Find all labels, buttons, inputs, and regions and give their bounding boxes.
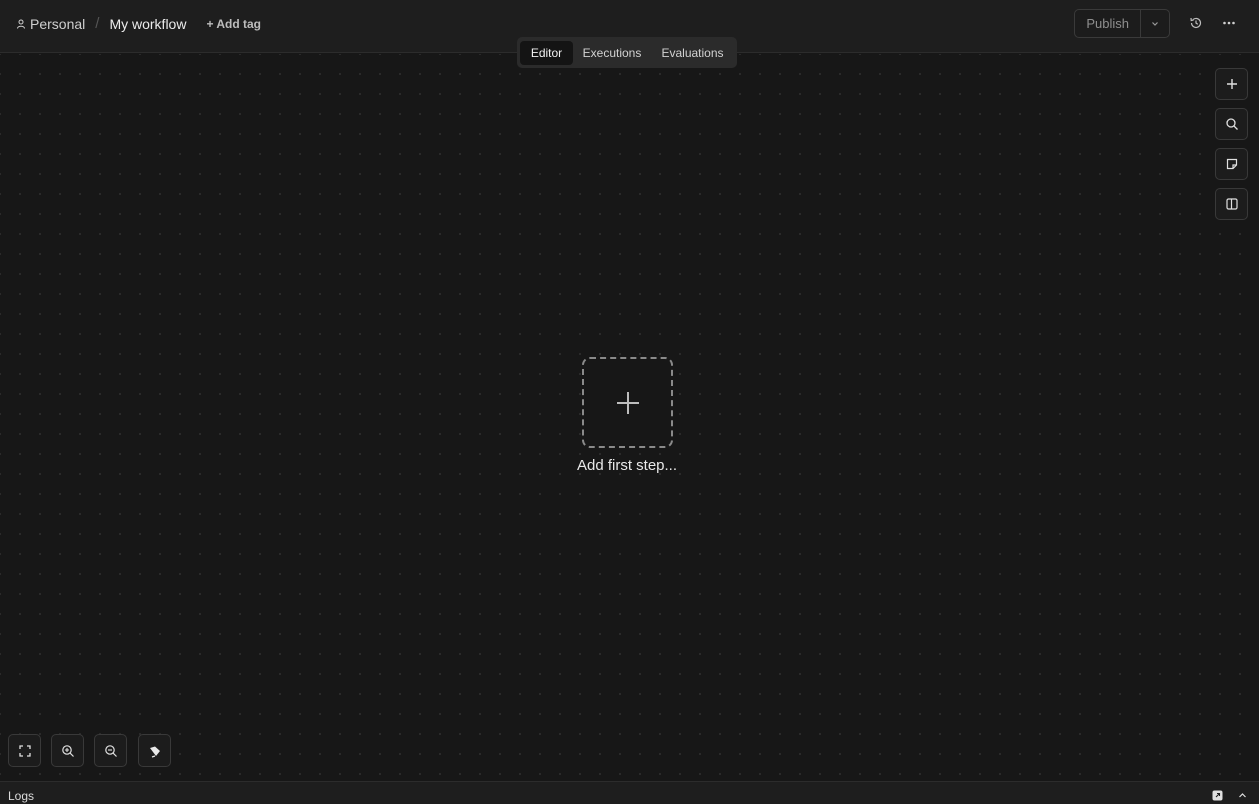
more-options-button[interactable] (1218, 12, 1240, 34)
search-icon (1225, 118, 1238, 130)
plus-icon (616, 391, 639, 414)
logs-panel-bar[interactable]: Logs (0, 781, 1259, 804)
add-node-button[interactable] (1215, 68, 1248, 100)
zoom-in-icon (61, 744, 74, 757)
more-horizontal-icon (1223, 21, 1235, 25)
search-nodes-button[interactable] (1215, 108, 1248, 140)
fit-view-button[interactable] (8, 734, 41, 767)
chevron-down-icon (1152, 21, 1159, 26)
publish-button[interactable]: Publish (1075, 10, 1142, 37)
project-name: Personal (30, 15, 86, 32)
publish-dropdown-button[interactable] (1141, 10, 1169, 37)
logs-expand-button[interactable] (1235, 788, 1249, 802)
workflow-editor: Personal / My workflow + Add tag Publish (0, 0, 1259, 804)
tidy-up-button[interactable] (138, 734, 171, 767)
zoom-out-button[interactable] (94, 734, 127, 767)
view-tabs: Editor Executions Evaluations (517, 37, 737, 68)
history-icon (1190, 17, 1202, 29)
publish-button-group: Publish (1074, 9, 1170, 38)
project-link[interactable]: Personal (16, 16, 85, 32)
add-first-step-button[interactable] (582, 357, 673, 448)
tab-evaluations[interactable]: Evaluations (651, 41, 734, 65)
breadcrumb: Personal / My workflow + Add tag (16, 0, 261, 47)
chevron-up-icon (1238, 792, 1246, 797)
user-icon (17, 19, 25, 29)
toggle-panel-button[interactable] (1215, 188, 1248, 220)
add-sticky-note-button[interactable] (1215, 148, 1248, 180)
logs-label: Logs (8, 789, 35, 803)
history-button[interactable] (1185, 12, 1207, 34)
add-tag-button[interactable]: + Add tag (206, 17, 261, 31)
popout-icon (1212, 790, 1222, 800)
panel-right-icon (1225, 198, 1238, 210)
zoom-out-icon (104, 744, 117, 757)
logs-popout-button[interactable] (1210, 788, 1224, 802)
sticky-note-icon (1226, 158, 1237, 170)
zoom-in-button[interactable] (51, 734, 84, 767)
fit-view-icon (18, 744, 31, 757)
plus-icon (1226, 79, 1237, 89)
workflow-title[interactable]: My workflow (109, 16, 186, 32)
add-first-step-label: Add first step... (576, 457, 678, 474)
tidy-up-icon (149, 746, 160, 758)
breadcrumb-separator: / (95, 15, 100, 32)
tab-editor[interactable]: Editor (520, 40, 573, 65)
tab-executions[interactable]: Executions (573, 41, 651, 65)
